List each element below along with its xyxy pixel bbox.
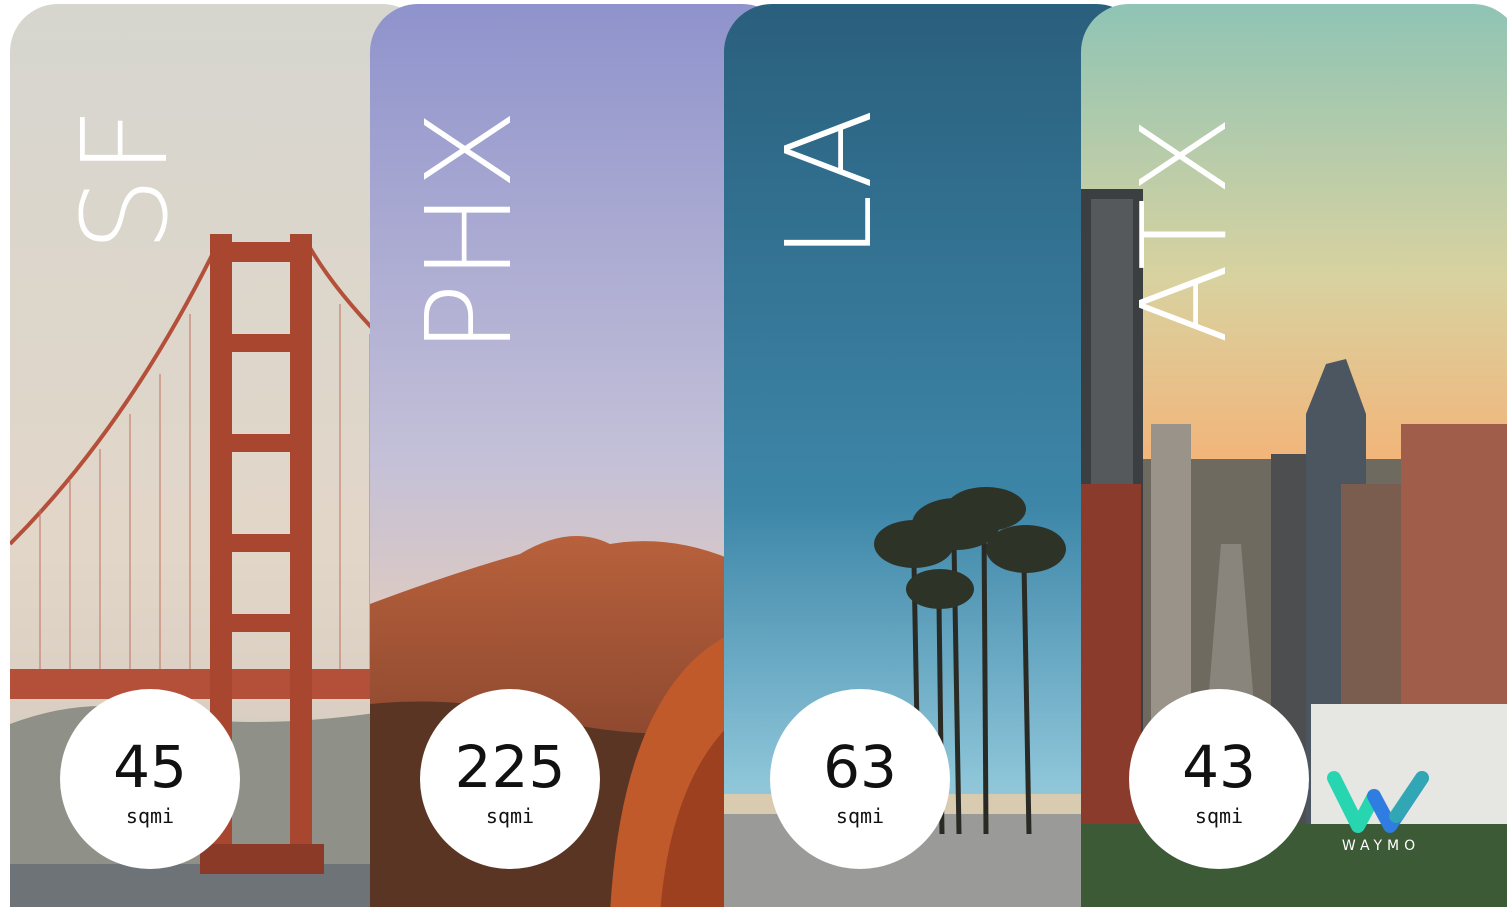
area-unit: sqmi (1194, 804, 1244, 828)
area-value: 225 (454, 733, 566, 801)
waymo-logo-icon (1327, 771, 1429, 833)
area-unit: sqmi (125, 804, 175, 828)
area-unit: sqmi (485, 804, 535, 828)
city-label: PHX (400, 107, 538, 354)
waymo-logo: WAYMO (1326, 768, 1436, 858)
area-badge: 225 sqmi (420, 689, 600, 869)
area-value: 63 (823, 733, 897, 801)
area-badge: 43 sqmi (1129, 689, 1309, 869)
area-value: 45 (113, 733, 187, 801)
city-label: SF (56, 105, 194, 252)
card-atx: ATX 43 sqmi (1081, 4, 1507, 907)
area-badge: 45 sqmi (60, 689, 240, 869)
city-label: ATX (1115, 113, 1253, 344)
area-value: 43 (1182, 733, 1256, 801)
card-sf: SF 45 sqmi (10, 4, 430, 907)
city-label: LA (760, 106, 898, 260)
area-badge: 63 sqmi (770, 689, 950, 869)
logo-wordmark: WAYMO (1341, 838, 1421, 854)
area-unit: sqmi (835, 804, 885, 828)
city-coverage-graphic: SF 45 sqmi PHX 225 sqmi LA 63 sqmi ATX 4… (0, 0, 1507, 907)
